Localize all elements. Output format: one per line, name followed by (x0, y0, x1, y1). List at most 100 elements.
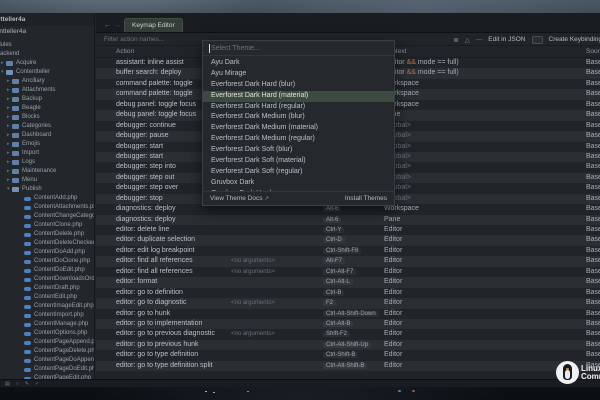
tree-file-item[interactable]: ContentPageAppend.php (0, 338, 94, 347)
conflict-warning-icon[interactable]: △ (465, 36, 470, 44)
theme-option[interactable]: Gruvbox Dark (203, 178, 394, 189)
keybinding-row[interactable]: editor: find all references<no arguments… (96, 256, 600, 266)
folder-icon (12, 79, 19, 84)
keybinding-row[interactable]: editor: duplicate selectionCtrl-DEditorB… (96, 235, 600, 245)
keystroke-cell: Ctrl-Alt-Shift-Up (323, 340, 371, 350)
tree-file-item[interactable]: ContentManage.php (0, 320, 94, 329)
tree-folder-item[interactable]: ▸Dashboard (0, 131, 94, 140)
tree-folder-item[interactable]: ▸Categories (0, 122, 94, 131)
source-cell: Base (586, 131, 600, 141)
tree-item-label: Contentteller (16, 68, 50, 77)
status-bar: ▤ ○ ✎ ✓ (0, 379, 600, 387)
tree-file-item[interactable]: ContentOptions.php (0, 329, 94, 338)
tree-item-label: ContentAdd.php (34, 194, 77, 203)
tree-folder-item[interactable]: ▸Beagle (0, 104, 94, 113)
tree-folder-item[interactable]: ▸Attachments (0, 86, 94, 95)
tree-file-item[interactable]: ContentDoEdit.php (0, 266, 94, 275)
keybinding-row[interactable]: diagnostics: deployAlt-6PaneBase (96, 215, 600, 225)
install-themes-button[interactable]: Install Themes (345, 195, 387, 202)
theme-option[interactable]: Everforest Dark Medium (blur) (203, 112, 394, 123)
keybinding-row[interactable]: editor: go to diagnostic<no arguments>F2… (96, 298, 600, 308)
tree-file-item[interactable]: ContentDoAdd.php (0, 248, 94, 257)
tree-file-item[interactable]: ContentPageDelete.php (0, 347, 94, 356)
theme-option[interactable]: Everforest Dark Hard (material) (203, 91, 394, 102)
keybinding-row[interactable]: editor: go to previous hunkCtrl-Alt-Shif… (96, 340, 600, 350)
column-header-action: Action (116, 46, 134, 58)
tree-folder-item[interactable]: ▸Import (0, 149, 94, 158)
view-theme-docs-link[interactable]: View Theme Docs ↗ (210, 195, 269, 202)
action-cell: command palette: toggle (116, 79, 193, 89)
tree-item-label: ContentDoEdit.php (34, 266, 85, 275)
source-cell: Base (586, 288, 600, 298)
action-cell: debugger: stop (116, 194, 163, 204)
tree-file-item[interactable]: ContentDownloadsOrder.php (0, 275, 94, 284)
source-cell: Base (586, 89, 600, 99)
tree-item-label: ContentPageDelete.php (34, 347, 94, 356)
theme-option[interactable]: Ayu Dark (203, 58, 394, 69)
tree-file-item[interactable]: ContentDelete.php (0, 230, 94, 239)
tree-file-item[interactable]: ContentEdit.php (0, 293, 94, 302)
tree-folder-item[interactable]: Backend (0, 50, 94, 59)
tree-item-label: ContentDownloadsOrder.php (34, 275, 94, 284)
tree-folder-item[interactable]: ▸Backup (0, 95, 94, 104)
tree-file-item[interactable]: ContentAdd.php (0, 194, 94, 203)
tab-keymap-editor[interactable]: Keymap Editor (124, 18, 183, 32)
tree-file-item[interactable]: ContentClone.php (0, 221, 94, 230)
theme-option[interactable]: Ayu Mirage (203, 69, 394, 80)
keybinding-row[interactable]: editor: go to previous diagnostic<no arg… (96, 329, 600, 339)
tree-file-item[interactable]: ContentDraft.php (0, 284, 94, 293)
folder-icon (12, 178, 19, 183)
tree-item-label: Ancillary (22, 77, 45, 86)
action-cell: editor: go to type definition split (116, 361, 213, 371)
theme-option[interactable]: Everforest Dark Medium (material) (203, 123, 394, 134)
tree-folder-item[interactable]: ▸Ancillary (0, 77, 94, 86)
theme-option[interactable]: Everforest Dark Soft (blur) (203, 145, 394, 156)
nav-forward-icon[interactable]: → (114, 22, 121, 29)
theme-option[interactable]: Everforest Dark Hard (regular) (203, 102, 394, 113)
tree-folder-item[interactable]: ▸Emojis (0, 140, 94, 149)
tree-file-item[interactable]: ContentPageDoAppend.php (0, 356, 94, 365)
keymap-list-icon[interactable]: ≣ (453, 36, 458, 44)
tree-folder-item[interactable]: ▾Contentteller (0, 68, 94, 77)
tree-item-label: ContentEdit.php (34, 293, 77, 302)
tree-folder-item[interactable]: ▸Maintenance (0, 167, 94, 176)
nav-back-icon[interactable]: ← (104, 22, 111, 29)
tree-file-item[interactable]: ContentImageEdit.php (0, 302, 94, 311)
tree-file-item[interactable]: ContentDoClone.php (0, 257, 94, 266)
theme-option[interactable]: Everforest Dark Soft (regular) (203, 167, 394, 178)
keybinding-row[interactable]: editor: go to definitionCtrl-BEditorBase (96, 288, 600, 298)
create-keybinding-button[interactable]: Create Keybinding (549, 36, 600, 43)
keybinding-row[interactable]: editor: go to hunkCtrl-Alt-Shift-DownEdi… (96, 309, 600, 319)
edit-icon[interactable]: ✎ (25, 380, 29, 388)
tree-file-item[interactable]: ContentImport.php (0, 311, 94, 320)
filter-actions-input[interactable]: Filter action names... (104, 33, 164, 46)
keybinding-row[interactable]: editor: go to implementationCtrl-Alt-BEd… (96, 319, 600, 329)
theme-option[interactable]: Everforest Dark Medium (regular) (203, 134, 394, 145)
tree-folder-item[interactable]: Modules (0, 41, 94, 50)
tree-file-item[interactable]: ContentPageDoEdit.php (0, 365, 94, 374)
theme-search-input[interactable]: Select Theme... (203, 41, 394, 56)
project-root-item[interactable]: Contentteller4a (0, 26, 94, 38)
tree-folder-item[interactable]: ▸Acquire (0, 59, 94, 68)
panel-icon[interactable]: ▤ (5, 380, 10, 388)
keybinding-row[interactable]: editor: edit log breakpointCtrl-Shift-F8… (96, 246, 600, 256)
tree-folder-item[interactable]: ▸Menu (0, 176, 94, 185)
search-icon[interactable]: ○ (16, 380, 19, 388)
keybinding-row[interactable]: editor: delete lineCtrl-YEditorBase (96, 225, 600, 235)
source-cell: Base (586, 329, 600, 339)
php-file-icon (24, 341, 31, 345)
tree-folder-item[interactable]: ▸Logs (0, 158, 94, 167)
theme-option[interactable]: Everforest Dark Hard (blur) (203, 80, 394, 91)
keybinding-row[interactable]: editor: find all references<no arguments… (96, 267, 600, 277)
keybinding-row[interactable]: editor: formatCtrl-Alt-LEditorBase (96, 277, 600, 287)
tree-file-item[interactable]: ContentChangeCategories.php (0, 212, 94, 221)
edit-in-json-button[interactable]: Edit in JSON (488, 36, 525, 43)
theme-option[interactable]: Everforest Dark Soft (material) (203, 156, 394, 167)
tree-file-item[interactable]: ContentAttachments.php (0, 203, 94, 212)
tree-folder-item[interactable]: ▸Blocks (0, 113, 94, 122)
tree-folder-item[interactable]: ▾Publish (0, 185, 94, 194)
keybinding-row[interactable]: editor: go to type definitionCtrl-Shift-… (96, 350, 600, 360)
keybinding-row[interactable]: editor: go to type definition splitCtrl-… (96, 361, 600, 371)
tree-file-item[interactable]: ContentDeleteChecked.php (0, 239, 94, 248)
check-icon[interactable]: ✓ (35, 380, 39, 388)
